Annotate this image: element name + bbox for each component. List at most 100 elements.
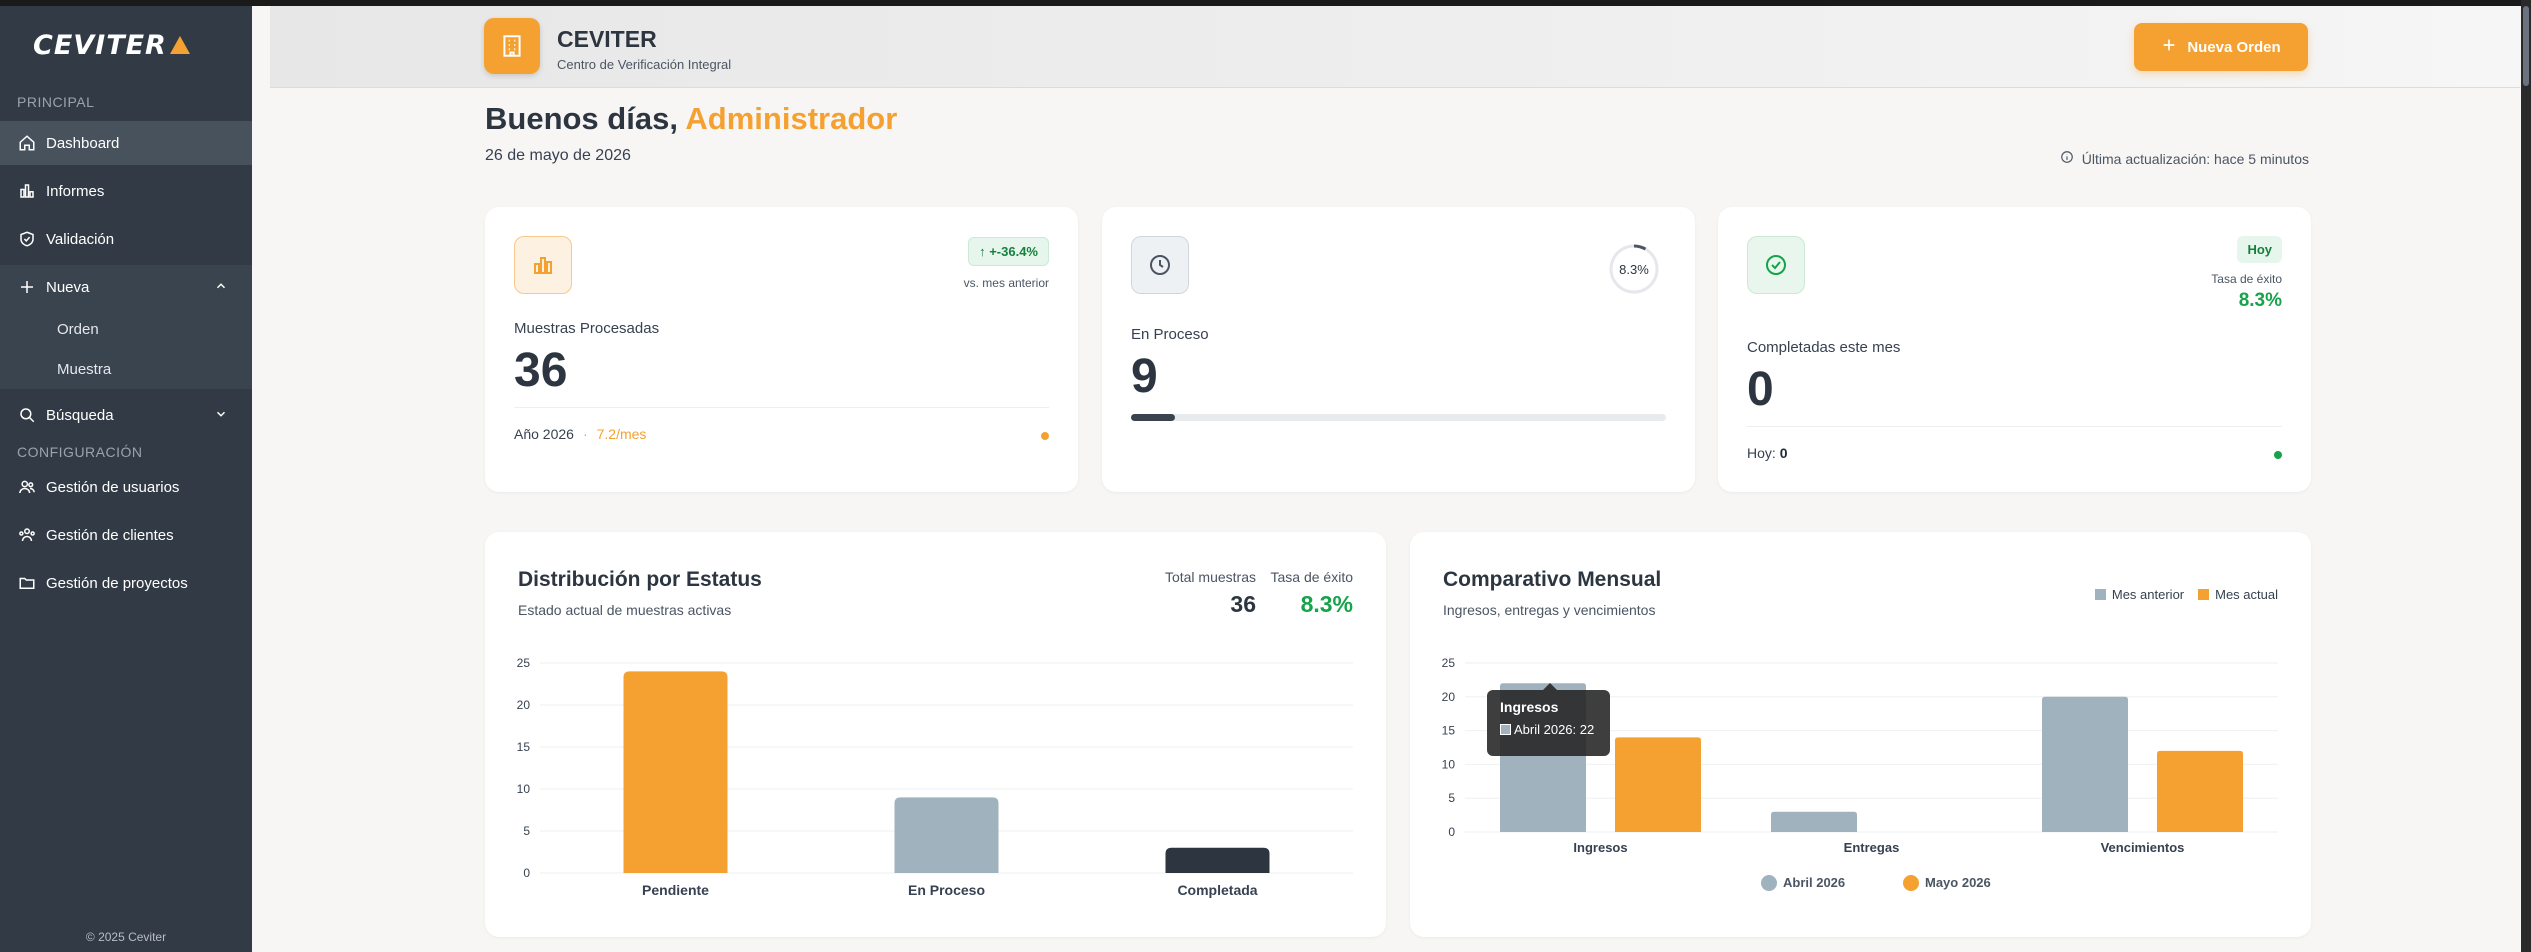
y-tick-label: 25 (1442, 656, 1456, 670)
legend-label: Abril 2026 (1783, 875, 1845, 890)
sidebar-subitem-label: Orden (57, 320, 99, 338)
y-tick-label: 25 (517, 656, 531, 670)
building-users-icon (18, 526, 36, 544)
bar-completada (1165, 847, 1270, 873)
bar-chart-icon (18, 182, 36, 200)
card-in-process: 8.3% En Proceso 9 (1102, 207, 1695, 492)
footer-label: Hoy: (1747, 445, 1776, 461)
sidebar-subitem-label: Muestra (57, 360, 112, 378)
y-tick-label: 0 (1448, 825, 1455, 839)
arrow-up-icon: ↑ (979, 244, 986, 259)
status-distribution-panel: Distribución por Estatus Estado actual d… (485, 532, 1386, 937)
greeting-name: Administrador (685, 101, 898, 136)
sidebar-item-label: Búsqueda (46, 406, 114, 424)
y-tick-label: 20 (1442, 690, 1456, 704)
footer-separator: · (582, 426, 588, 442)
clock-icon (1131, 236, 1189, 294)
stat-value: 9 (1131, 350, 1158, 403)
home-icon (18, 134, 36, 152)
sidebar-item-label: Gestión de clientes (46, 526, 174, 544)
sidebar-item-busqueda[interactable]: Búsqueda (0, 393, 252, 437)
footer-rate: 7.2/mes (596, 426, 647, 442)
greeting-prefix: Buenos días, (485, 101, 678, 136)
bar-chart-icon (514, 236, 572, 294)
window-top-edge (0, 0, 2531, 6)
today-badge: Hoy (2237, 236, 2282, 263)
sidebar-item-label: Informes (46, 182, 105, 200)
page-title: Buenos días, Administrador (485, 101, 897, 137)
rate-value: 8.3% (2238, 290, 2282, 311)
tooltip-value: Abril 2026: 22 (1514, 722, 1595, 737)
sidebar-item-label: Validación (46, 230, 115, 248)
sidebar-item-label: Nueva (46, 278, 90, 296)
bar-vencimientos-series-1 (2042, 696, 2128, 832)
x-tick-label: En Proceso (908, 882, 985, 898)
sidebar-item-nueva[interactable]: Nueva (0, 265, 252, 309)
brand-subtitle: Centro de Verificación Integral (557, 57, 732, 72)
legend-label: Mayo 2026 (1925, 875, 1991, 890)
stat-value: 0 (1747, 363, 1774, 416)
card-footer: Hoy: 0 (1747, 426, 2282, 461)
logo-text: CEVITER (33, 30, 167, 61)
copyright: © 2025 Ceviter (85, 930, 167, 944)
info-icon (2060, 150, 2074, 167)
status-dot (2274, 451, 2282, 459)
x-tick-label: Ingresos (1573, 840, 1627, 855)
y-tick-label: 10 (517, 782, 531, 796)
sidebar-item-validacion[interactable]: Validación (0, 217, 252, 261)
chart-tooltip: Ingresos Abril 2026: 22 (1487, 683, 1610, 756)
bar-en-proceso (894, 797, 999, 873)
sidebar-item-label: Gestión de proyectos (46, 574, 188, 592)
sidebar-item-dashboard[interactable]: Dashboard (0, 121, 252, 165)
tooltip-arrow (1543, 683, 1557, 690)
x-tick-label: Pendiente (642, 882, 709, 898)
y-tick-label: 10 (1442, 757, 1456, 771)
sidebar-item-label: Gestión de usuarios (46, 478, 180, 496)
page-scrollbar[interactable] (2521, 0, 2531, 952)
check-circle-icon (1747, 236, 1805, 294)
sidebar-subitem-muestra[interactable]: Muestra (0, 349, 252, 389)
tooltip-title: Ingresos (1500, 699, 1559, 715)
y-tick-label: 20 (517, 698, 531, 712)
chevron-up-icon (214, 279, 228, 297)
rate-label: Tasa de éxito (2211, 272, 2282, 286)
plus-icon (2161, 37, 2177, 57)
sidebar-subitem-orden[interactable]: Orden (0, 309, 252, 349)
footer-year: Año 2026 (514, 426, 574, 442)
sidebar-item-proyectos[interactable]: Gestión de proyectos (0, 561, 252, 605)
card-processed: ↑ +-36.4% vs. mes anterior Muestras Proc… (485, 207, 1078, 492)
status-dot (1041, 432, 1049, 440)
section-label-principal: PRINCIPAL (17, 94, 95, 110)
users-icon (18, 478, 36, 496)
progress-ring: 8.3% (1608, 243, 1660, 295)
sidebar: CEVITER PRINCIPAL Dashboard Informes Val… (0, 0, 252, 952)
trend-badge: ↑ +-36.4% (968, 237, 1049, 266)
legend-marker (1903, 875, 1919, 891)
sidebar-item-label: Dashboard (46, 134, 120, 152)
sidebar-item-clientes[interactable]: Gestión de clientes (0, 513, 252, 557)
sidebar-item-usuarios[interactable]: Gestión de usuarios (0, 465, 252, 509)
legend-marker (1761, 875, 1777, 891)
progress-fill (1131, 414, 1176, 421)
monthly-comparison-panel: Comparativo Mensual Ingresos, entregas y… (1410, 532, 2311, 937)
tooltip-row: Abril 2026: 22 (1500, 722, 1597, 737)
card-completed: Hoy Tasa de éxito 8.3% Completadas este … (1718, 207, 2311, 492)
footer-value: 0 (1779, 445, 1788, 461)
bar-vencimientos-series-2 (2157, 750, 2243, 832)
bar-ingresos-series-2 (1615, 737, 1701, 832)
new-order-button[interactable]: Nueva Orden (2134, 23, 2308, 71)
stat-label: Completadas este mes (1747, 339, 1901, 356)
stat-label: Muestras Procesadas (514, 320, 660, 337)
sidebar-logo[interactable]: CEVITER (33, 30, 190, 61)
scrollbar-thumb[interactable] (2523, 6, 2529, 86)
shield-check-icon (18, 230, 36, 248)
status-bar-chart: 0 5 10 15 20 25 Pendiente En Proceso Completada (517, 656, 1353, 898)
progress-track (1131, 414, 1666, 421)
last-updated: Última actualización: hace 5 minutos (2060, 150, 2309, 167)
chevron-down-icon (214, 407, 228, 425)
ring-label: 8.3% (1619, 261, 1649, 277)
x-tick-label: Vencimientos (2101, 840, 2185, 855)
sidebar-item-informes[interactable]: Informes (0, 169, 252, 213)
y-tick-label: 0 (523, 866, 530, 880)
y-tick-label: 15 (1442, 724, 1456, 738)
